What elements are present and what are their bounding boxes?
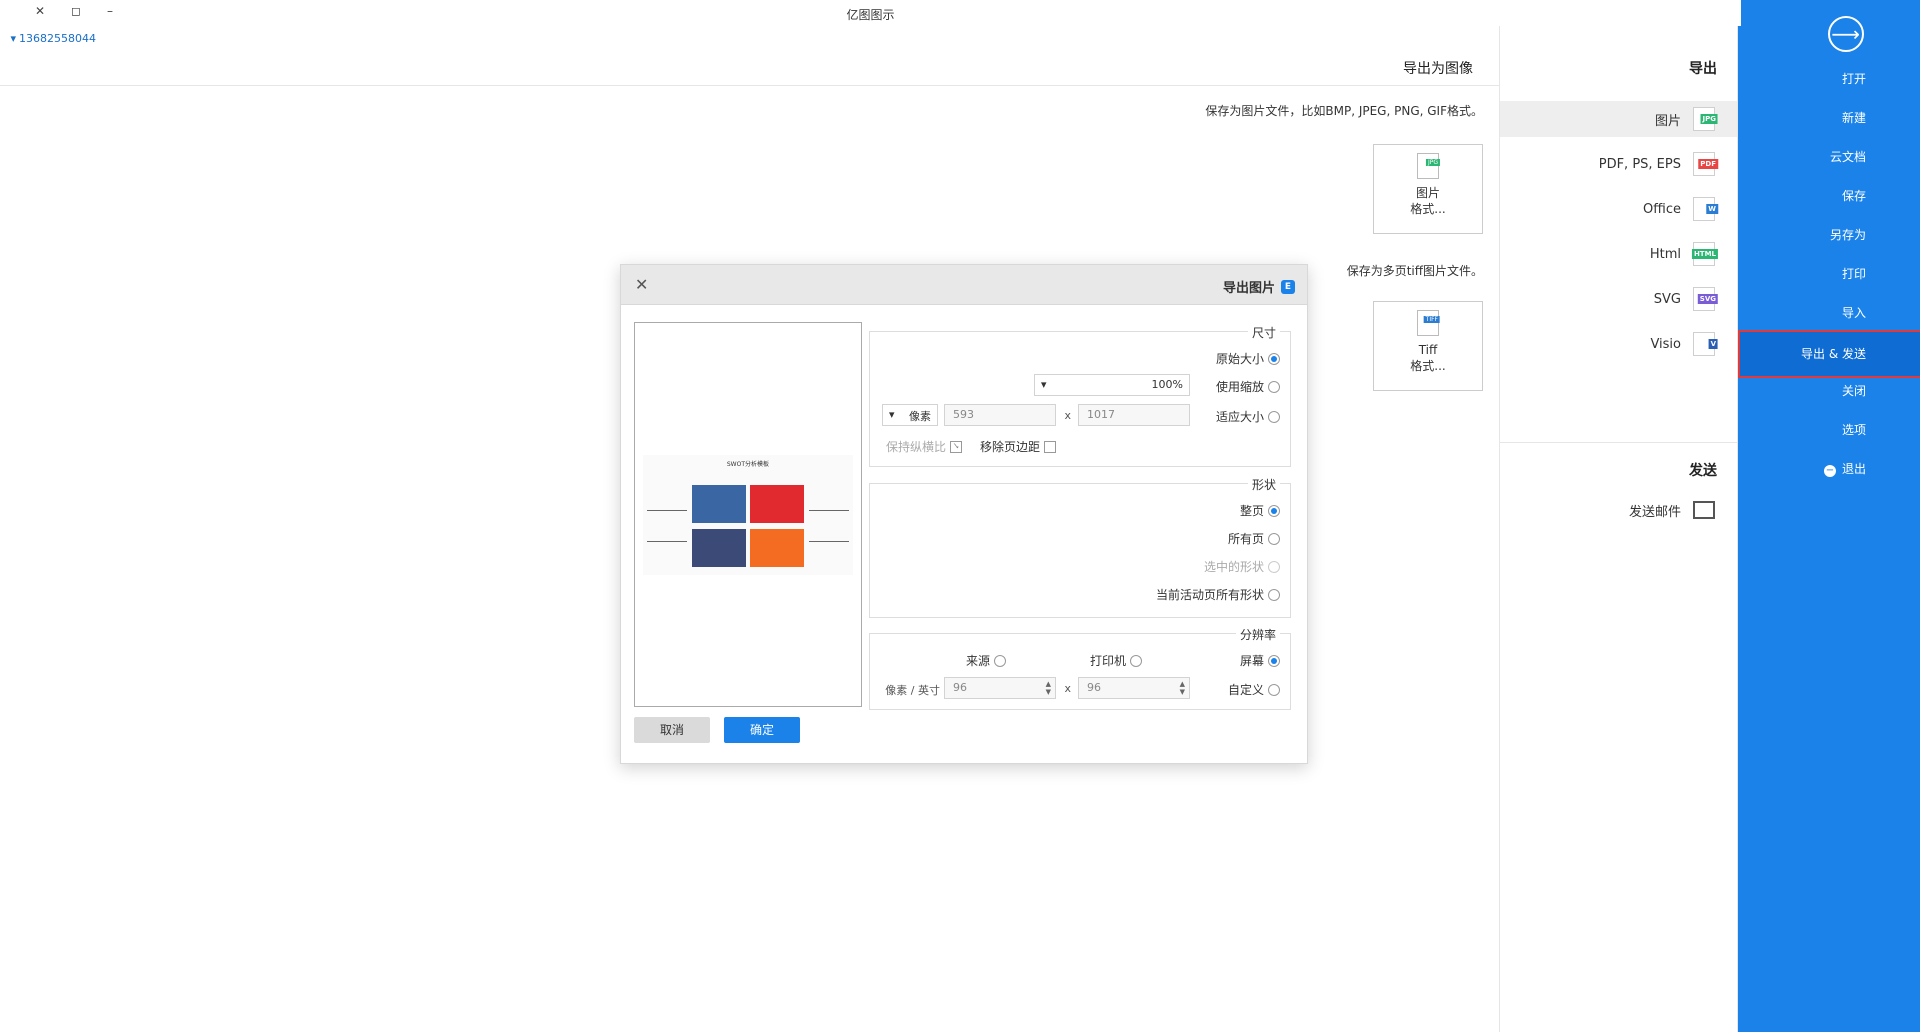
sidebar-item-cloud[interactable]: 云文档	[1738, 139, 1920, 175]
dpi-unit-label: 像素 / 英寸	[885, 684, 940, 697]
swot-box-orange	[750, 529, 804, 567]
preview-image: SWOT分析模板	[643, 455, 853, 575]
source-radio[interactable]: 来源	[966, 652, 1006, 669]
sidebar-item-save-as[interactable]: 另存为	[1738, 217, 1920, 253]
sidebar-item-export-send[interactable]: 导出 & 发送	[1738, 330, 1920, 378]
custom-radio[interactable]: 自定义	[1228, 681, 1280, 698]
times-sign: x	[1064, 682, 1071, 695]
swot-box-blue	[692, 485, 746, 523]
email-icon	[1693, 501, 1715, 519]
visio-file-icon: V	[1693, 332, 1718, 356]
content-header: 导出为图像	[0, 26, 1499, 86]
minimize-button[interactable]: –	[99, 4, 121, 22]
export-heading: 导出	[1689, 61, 1717, 77]
title-bar: 亿图图示 – ◻ ✕ 13682558044 ▾	[0, 0, 1741, 45]
tiff-format-card[interactable]: TIFF Tiff 格式...	[1373, 301, 1483, 391]
selected-shapes-radio[interactable]: 选中的形状	[1204, 558, 1280, 575]
tiff-file-icon: TIFF	[1417, 310, 1440, 336]
swot-box-navy	[692, 529, 746, 567]
fit-size-radio[interactable]: 适应大小	[1216, 408, 1280, 425]
export-item-office[interactable]: W Office	[1499, 191, 1737, 227]
preview-panel: SWOT分析模板	[634, 322, 862, 707]
height-input[interactable]: 593	[944, 404, 1056, 426]
send-email-item[interactable]: 发送邮件	[1499, 492, 1737, 528]
exit-icon: −	[1823, 465, 1836, 477]
word-file-icon: W	[1693, 197, 1718, 221]
export-column: 导出 JPG 图片 PDF PDF, PS, EPS W Office HTML…	[1499, 26, 1738, 1032]
cancel-button[interactable]: 取消	[634, 717, 710, 743]
sidebar-item-exit[interactable]: − 退出	[1738, 451, 1920, 487]
branch-line	[809, 510, 849, 511]
branch-line	[647, 541, 687, 542]
jpg-file-icon: JPG	[1417, 153, 1440, 179]
swot-box-red	[750, 485, 804, 523]
html-file-icon: HTML	[1691, 242, 1718, 266]
sidebar-item-save[interactable]: 保存	[1738, 178, 1920, 214]
current-page-shapes-radio[interactable]: 当前活动页所有形状	[1156, 586, 1280, 603]
whole-page-radio[interactable]: 整页	[1240, 502, 1280, 519]
ok-button[interactable]: 确定	[724, 717, 800, 743]
sidebar-item-close[interactable]: 关闭	[1738, 373, 1920, 409]
sidebar: ⟶ 打开 新建 云文档 保存 另存为 打印 导入 导出 & 发送 关闭 选项 −…	[1738, 0, 1920, 1032]
preview-title: SWOT分析模板	[726, 461, 770, 468]
shape-group: 形状 整页 所有页 选中的形状 当前活动页所有形状	[869, 476, 1291, 618]
sidebar-item-options[interactable]: 选项	[1738, 412, 1920, 448]
dialog-header: E 导出图片 ✕	[621, 265, 1307, 305]
restore-button[interactable]: ◻	[65, 4, 87, 22]
width-input[interactable]: 1017	[1078, 404, 1190, 426]
export-image-dialog: E 导出图片 ✕ 尺寸 原始大小 使用缩放 100% ▾ 适应大小 1017 x …	[620, 264, 1308, 764]
export-item-html[interactable]: HTML Html	[1499, 236, 1737, 272]
sidebar-item-open[interactable]: 打开	[1738, 61, 1920, 97]
keep-ratio-checkbox[interactable]: ✓ 保持纵横比	[886, 438, 962, 455]
all-pages-radio[interactable]: 所有页	[1228, 530, 1280, 547]
image-desc: 保存为图片文件，比如BMP, JPEG, PNG, GIF格式。	[1205, 104, 1483, 118]
zoom-select[interactable]: 100% ▾	[1034, 374, 1190, 396]
jpg-file-icon: JPG	[1693, 107, 1718, 131]
pdf-file-icon: PDF	[1693, 152, 1718, 176]
export-item-image[interactable]: JPG 图片	[1499, 101, 1737, 137]
tiff-desc: 保存为多页tiff图片文件。	[1346, 264, 1483, 278]
export-item-svg[interactable]: SVG SVG	[1499, 281, 1737, 317]
size-group: 尺寸 原始大小 使用缩放 100% ▾ 适应大小 1017 x 593 像素 ▾ 移…	[869, 324, 1291, 467]
sidebar-item-new[interactable]: 新建	[1738, 100, 1920, 136]
export-item-visio[interactable]: V Visio	[1499, 326, 1737, 362]
close-button[interactable]: ✕	[29, 4, 51, 22]
printer-radio[interactable]: 打印机	[1090, 652, 1142, 669]
account-link[interactable]: 13682558044 ▾	[10, 32, 96, 45]
send-heading: 发送	[1689, 463, 1717, 479]
times-sign: x	[1064, 409, 1071, 422]
svg-file-icon: SVG	[1693, 287, 1718, 311]
export-item-pdf[interactable]: PDF PDF, PS, EPS	[1499, 146, 1737, 182]
screen-radio[interactable]: 屏幕	[1240, 652, 1280, 669]
window-title: 亿图图示	[846, 8, 895, 22]
unit-select[interactable]: 像素 ▾	[882, 404, 938, 426]
branch-line	[809, 541, 849, 542]
sidebar-item-import[interactable]: 导入	[1738, 295, 1920, 331]
remove-margin-checkbox[interactable]: 移除页边距	[980, 438, 1056, 455]
dpi-y-input[interactable]: ▲ ▼ 96	[944, 677, 1056, 699]
divider	[1499, 442, 1737, 443]
branch-line	[647, 510, 687, 511]
resolution-group: 分辨率 屏幕 打印机 来源 自定义 ▲ ▼ 96 x ▲ ▼ 96 像素 / 英寸	[869, 626, 1291, 710]
original-size-radio[interactable]: 原始大小	[1216, 350, 1280, 367]
use-zoom-radio[interactable]: 使用缩放	[1216, 378, 1280, 395]
page-title: 导出为图像	[1403, 61, 1473, 77]
app-logo-icon: E	[1281, 279, 1295, 294]
image-format-card[interactable]: JPG 图片 格式...	[1373, 144, 1483, 234]
dpi-x-input[interactable]: ▲ ▼ 96	[1078, 677, 1190, 699]
dialog-title: E 导出图片	[1223, 277, 1295, 296]
dialog-close-button[interactable]: ✕	[635, 275, 648, 294]
back-arrow-icon[interactable]: ⟶	[1828, 16, 1864, 52]
sidebar-item-print[interactable]: 打印	[1738, 256, 1920, 292]
